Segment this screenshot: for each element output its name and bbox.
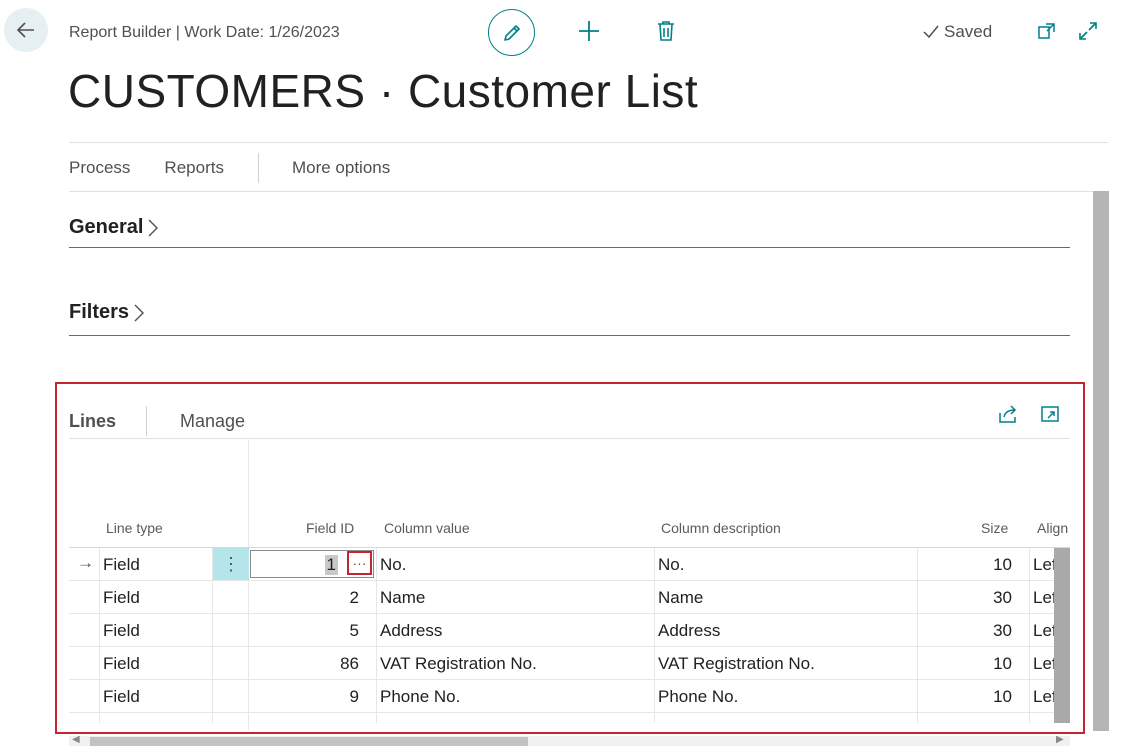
scroll-right-icon[interactable]: ▶ [1056,734,1064,745]
cell-column-value[interactable]: Address [380,621,442,641]
cell-line-type[interactable]: Field [103,588,140,608]
vertical-scrollbar-thumb[interactable] [1093,191,1109,731]
filters-title: Filters [69,301,130,323]
trash-icon [658,21,674,41]
page-title: CUSTOMERS · Customer List [68,65,699,117]
filters-header[interactable]: Filters [69,301,1070,324]
lines-grid: Line type Field ID Column value Column d… [69,440,1070,730]
table-row[interactable]: Field 2 Name Name 30 Left [69,581,1070,614]
plus-icon [579,21,599,41]
cell-line-type[interactable]: Field [103,621,140,641]
popout-button[interactable] [1036,20,1060,44]
cell-column-description[interactable]: Phone No. [658,687,738,707]
open-in-new-window-icon [1038,23,1055,39]
new-button[interactable] [576,18,602,44]
col-header-line-type[interactable]: Line type [106,520,163,536]
lines-separator [146,406,148,436]
cell-column-description[interactable]: VAT Registration No. [658,654,815,674]
delete-button[interactable] [653,18,679,44]
lines-divider [69,438,1070,439]
more-options-menu[interactable]: More options [292,158,390,178]
col-header-column-value[interactable]: Column value [384,520,470,536]
cell-size[interactable]: 30 [969,621,1012,641]
col-header-field-id[interactable]: Field ID [306,520,354,536]
share-icon [999,405,1017,423]
focus-mode-icon [1041,406,1059,422]
cell-column-description[interactable]: Address [658,621,720,641]
cell-column-value[interactable]: Phone No. [380,687,460,707]
filters-section: Filters [69,301,1070,336]
table-row[interactable]: → Field ⋮ 1 ··· No. No. 10 Left [69,548,1070,581]
lines-title[interactable]: Lines [69,411,116,432]
lines-header: Lines Manage [69,406,245,436]
cell-line-type[interactable]: Field [103,654,140,674]
action-bar: Process Reports More options [69,153,424,183]
scroll-left-icon[interactable]: ◀ [72,734,80,745]
saved-status: Saved [922,22,992,42]
horizontal-scrollbar-thumb[interactable] [90,737,528,746]
cell-size[interactable]: 10 [969,555,1012,575]
cell-field-id[interactable]: 86 [299,654,359,674]
cell-field-id[interactable]: 5 [299,621,359,641]
row-actions-kebab-icon[interactable]: ⋮ [213,548,249,580]
actionbar-divider-bottom [69,191,1093,192]
chevron-right-icon [134,304,145,321]
field-id-value: 1 [324,555,338,575]
pencil-icon [503,24,520,41]
table-row[interactable]: Field 5 Address Address 30 Left [69,614,1070,647]
grid-inner-scrollbar[interactable] [1054,548,1070,723]
arrow-left-icon [16,22,34,38]
manage-menu[interactable]: Manage [180,411,245,432]
cell-column-description[interactable]: Name [658,588,703,608]
expand-button[interactable] [1077,20,1101,44]
general-header[interactable]: General [69,216,1070,239]
general-title: General [69,216,144,238]
cell-column-value[interactable]: No. [380,555,406,575]
share-button[interactable] [997,403,1019,425]
field-lookup-button[interactable]: ··· [347,551,372,575]
col-header-column-description[interactable]: Column description [661,520,781,536]
cell-line-type[interactable]: Field [103,555,140,575]
table-row[interactable]: Field 9 Phone No. Phone No. 10 Left [69,680,1070,713]
reports-menu[interactable]: Reports [164,158,224,178]
cell-column-description[interactable]: No. [658,555,684,575]
cell-size[interactable]: 10 [969,654,1012,674]
cell-field-id[interactable]: 9 [299,687,359,707]
cell-column-value[interactable]: VAT Registration No. [380,654,537,674]
back-button[interactable] [4,8,48,52]
general-section: General [69,216,1070,248]
focus-mode-button[interactable] [1039,403,1061,425]
action-separator [257,153,259,183]
chevron-right-icon [148,219,159,236]
col-header-align[interactable]: Align [1037,520,1068,536]
cell-size[interactable]: 10 [969,687,1012,707]
expand-icon [1079,22,1097,40]
cell-size[interactable]: 30 [969,588,1012,608]
current-row-arrow-icon: → [77,553,94,572]
cell-field-id[interactable]: 2 [299,588,359,608]
col-header-size[interactable]: Size [981,520,1008,536]
edit-button[interactable] [488,9,535,56]
table-row[interactable]: Field 86 VAT Registration No. VAT Regist… [69,647,1070,680]
checkmark-icon [923,25,939,39]
process-menu[interactable]: Process [69,158,130,178]
actionbar-divider [69,142,1108,143]
cell-line-type[interactable]: Field [103,687,140,707]
saved-label: Saved [944,22,993,41]
breadcrumb: Report Builder | Work Date: 1/26/2023 [69,24,340,41]
cell-column-value[interactable]: Name [380,588,425,608]
